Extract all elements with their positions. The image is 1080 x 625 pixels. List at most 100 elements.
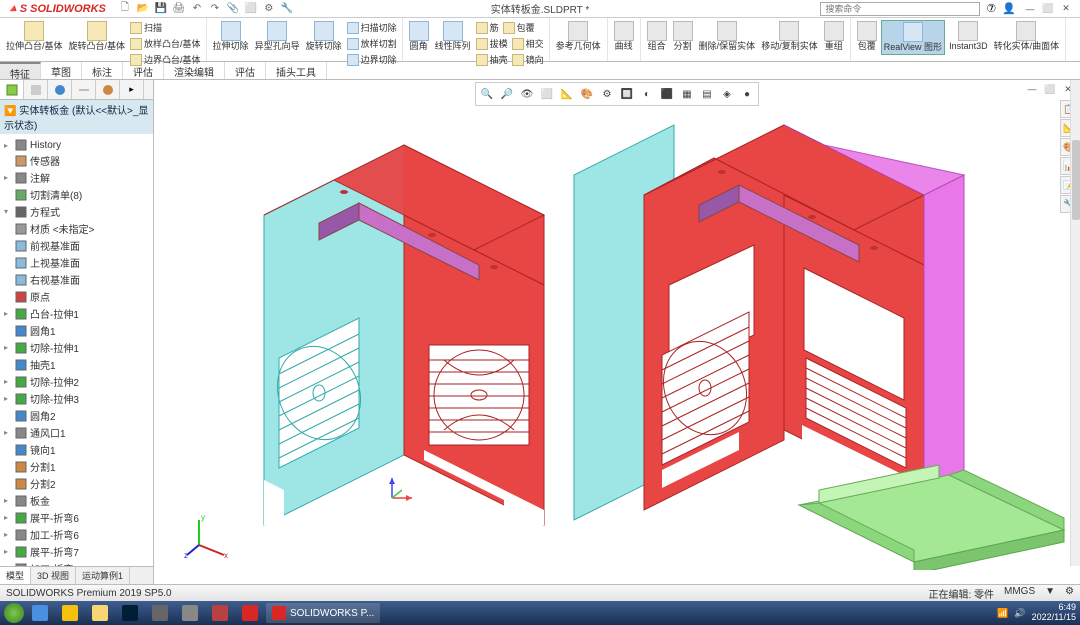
fm-node-21[interactable]: ▸板金: [2, 492, 151, 509]
maximize-button[interactable]: ⬜: [1040, 2, 1056, 16]
fm-tab-prop[interactable]: [24, 80, 48, 99]
vp-toolbar-btn-3[interactable]: ⬜: [538, 85, 556, 103]
draft-button[interactable]: 拔模: [475, 36, 509, 51]
vp-min-button[interactable]: —: [1024, 82, 1040, 96]
move-copy-button[interactable]: 移动/复制实体: [759, 20, 820, 53]
tab-eval2[interactable]: 评估: [225, 62, 266, 79]
realview-button[interactable]: RealView 图形: [881, 20, 945, 55]
vp-toolbar-btn-13[interactable]: ●: [738, 85, 756, 103]
fm-node-23[interactable]: ▸加工-折弯6: [2, 526, 151, 543]
graphics-viewport[interactable]: 🔍🔎👁⬜📐🎨⚙🔲◐⬛▦▤◈● — ⬜ ✕ 📋📐🎨📊📝🔧: [154, 80, 1080, 584]
taskbar-pinned-app2[interactable]: [176, 603, 204, 623]
qat-undo[interactable]: ↶: [190, 2, 204, 16]
fm-btab-3dview[interactable]: 3D 视图: [31, 567, 76, 584]
vp-toolbar-btn-12[interactable]: ◈: [718, 85, 736, 103]
tab-sketch[interactable]: 草图: [41, 62, 82, 79]
fm-node-15[interactable]: ▸切除-拉伸3: [2, 390, 151, 407]
intersect-button[interactable]: 相交: [511, 36, 545, 51]
vp-toolbar-btn-9[interactable]: ⬛: [658, 85, 676, 103]
taskbar-pinned-explorer[interactable]: [86, 603, 114, 623]
fm-node-10[interactable]: ▸凸台-拉伸1: [2, 305, 151, 322]
fm-node-13[interactable]: 抽壳1: [2, 356, 151, 373]
fm-node-7[interactable]: 上视基准面: [2, 254, 151, 271]
rib-button[interactable]: 筋: [475, 20, 500, 35]
vp-toolbar-btn-5[interactable]: 🎨: [578, 85, 596, 103]
fm-node-3[interactable]: 切割清单(8): [2, 186, 151, 203]
fm-node-19[interactable]: 分割1: [2, 458, 151, 475]
loft-cut-button[interactable]: 放样切割: [346, 36, 398, 51]
taskbar-pinned-chrome[interactable]: [56, 603, 84, 623]
wrap-button[interactable]: 包覆: [502, 20, 536, 35]
fm-tab-tree[interactable]: [0, 80, 24, 99]
system-tray[interactable]: 📶 🔊 6:49 2022/11/15: [997, 603, 1076, 623]
linear-pattern-button[interactable]: 线性阵列: [433, 20, 473, 67]
fm-node-1[interactable]: 传感器: [2, 152, 151, 169]
vp-toolbar-btn-1[interactable]: 🔎: [498, 85, 516, 103]
taskbar-solidworks-task[interactable]: SOLIDWORKS P...: [266, 603, 380, 623]
vp-toolbar-btn-2[interactable]: 👁: [518, 85, 536, 103]
tab-render[interactable]: 渲染编辑: [164, 62, 225, 79]
status-gear-icon[interactable]: ⚙: [1065, 586, 1074, 601]
qat-redo[interactable]: ↷: [208, 2, 222, 16]
fm-node-14[interactable]: ▸切除-拉伸2: [2, 373, 151, 390]
fm-node-8[interactable]: 右视基准面: [2, 271, 151, 288]
taskbar-pinned-sw[interactable]: [236, 603, 264, 623]
tray-volume-icon[interactable]: 🔊: [1014, 608, 1025, 619]
fm-node-22[interactable]: ▸展平-折弯6: [2, 509, 151, 526]
fillet-button[interactable]: 圆角: [407, 20, 431, 67]
fm-btab-motion[interactable]: 运动算例1: [76, 567, 130, 584]
search-commands-input[interactable]: [820, 2, 980, 16]
qat-attach[interactable]: 📎: [226, 2, 240, 16]
instant3d-button[interactable]: Instant3D: [947, 20, 990, 55]
qat-tools[interactable]: 🔧: [280, 2, 294, 16]
boundary-cut-button[interactable]: 边界切除: [346, 52, 398, 67]
loft-button[interactable]: 放样凸台/基体: [129, 36, 202, 51]
fm-tab-more[interactable]: ▸: [120, 80, 144, 99]
fm-node-2[interactable]: ▸注解: [2, 169, 151, 186]
reference-triad[interactable]: y x z: [184, 510, 234, 560]
tab-dim[interactable]: 标注: [82, 62, 123, 79]
fm-tree[interactable]: ▸History传感器▸注解切割清单(8)▾方程式材质 <未指定>前视基准面上视…: [0, 136, 153, 566]
vp-toolbar-btn-0[interactable]: 🔍: [478, 85, 496, 103]
vp-toolbar-btn-7[interactable]: 🔲: [618, 85, 636, 103]
fm-tab-dim[interactable]: [72, 80, 96, 99]
status-units-dropdown[interactable]: ▼: [1045, 586, 1055, 601]
qat-new[interactable]: 🗋: [118, 2, 132, 16]
fm-node-0[interactable]: ▸History: [2, 138, 151, 152]
vp-toolbar-btn-8[interactable]: ◐: [638, 85, 656, 103]
tab-eval[interactable]: 评估: [123, 62, 164, 79]
curves-button[interactable]: 曲线: [612, 20, 636, 53]
fm-btab-model[interactable]: 模型: [0, 567, 31, 584]
fm-node-24[interactable]: ▸展平-折弯7: [2, 543, 151, 560]
fm-node-9[interactable]: 原点: [2, 288, 151, 305]
fm-node-6[interactable]: 前视基准面: [2, 237, 151, 254]
fm-node-12[interactable]: ▸切除-拉伸1: [2, 339, 151, 356]
mirror-button[interactable]: 镜向: [511, 52, 545, 67]
fm-node-18[interactable]: 镜向1: [2, 441, 151, 458]
sweep-cut-button[interactable]: 扫描切除: [346, 20, 398, 35]
fm-node-4[interactable]: ▾方程式: [2, 203, 151, 220]
convert-body-button[interactable]: 转化实体/曲面体: [992, 20, 1062, 55]
wrap2-button[interactable]: 包覆: [855, 20, 879, 55]
taskbar-pinned-ps[interactable]: [116, 603, 144, 623]
help-icon[interactable]: ⑦: [986, 2, 996, 15]
qat-options[interactable]: ⚙: [262, 2, 276, 16]
taskbar-pinned-app3[interactable]: [206, 603, 234, 623]
start-button[interactable]: [4, 603, 24, 623]
extrude-cut-button[interactable]: 拉伸切除: [211, 20, 251, 67]
fm-node-5[interactable]: 材质 <未指定>: [2, 220, 151, 237]
extrude-boss-button[interactable]: 拉伸凸台/基体: [4, 20, 65, 67]
tab-features[interactable]: 特征: [0, 62, 41, 79]
vp-toolbar-btn-4[interactable]: 📐: [558, 85, 576, 103]
fm-node-16[interactable]: 圆角2: [2, 407, 151, 424]
combine-button[interactable]: 组合: [645, 20, 669, 53]
delete-keep-button[interactable]: 删除/保留实体: [697, 20, 758, 53]
vp-toolbar-btn-10[interactable]: ▦: [678, 85, 696, 103]
user-icon[interactable]: 👤: [1002, 2, 1016, 15]
tab-plugin[interactable]: 插头工具: [266, 62, 327, 79]
taskbar-clock[interactable]: 6:49 2022/11/15: [1032, 603, 1076, 623]
qat-open[interactable]: 📂: [136, 2, 150, 16]
taskbar-pinned-app1[interactable]: [146, 603, 174, 623]
tray-network-icon[interactable]: 📶: [997, 608, 1008, 619]
fm-tab-display[interactable]: [96, 80, 120, 99]
